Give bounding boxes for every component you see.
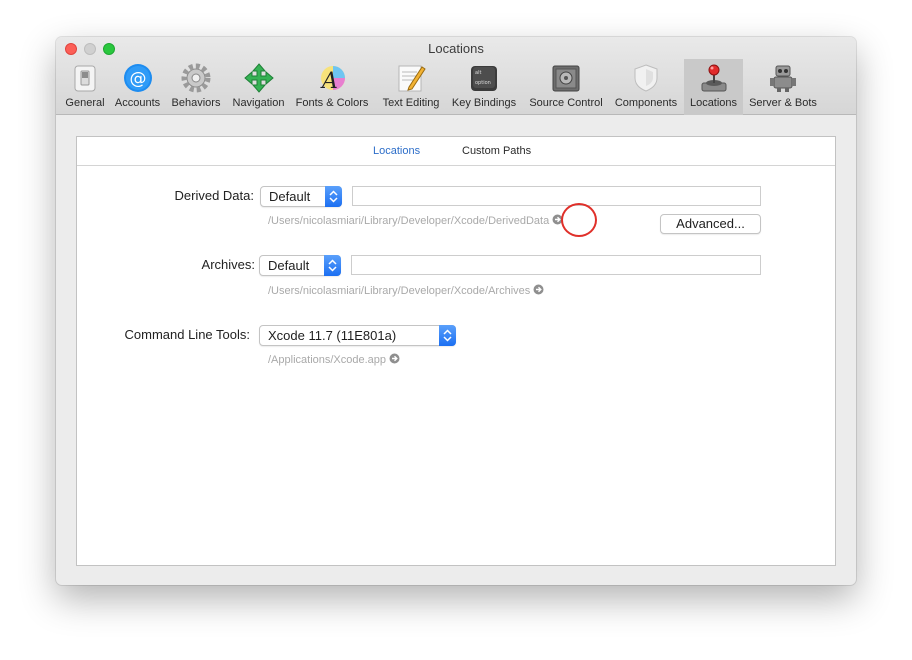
shield-icon: [631, 63, 661, 93]
annotation-highlight-circle: [561, 203, 597, 237]
toolbar-item-server-bots[interactable]: Server & Bots: [745, 59, 821, 115]
toolbar-label: Locations: [689, 97, 738, 109]
tab-bar: Locations Custom Paths: [77, 137, 835, 166]
vault-icon: [551, 63, 581, 93]
joystick-icon: [699, 63, 729, 93]
at-sign-icon: @: [123, 63, 153, 93]
popup-value: Default: [268, 258, 310, 273]
derived-data-path: /Users/nicolasmiari/Library/Developer/Xc…: [268, 214, 563, 228]
toolbar-item-general[interactable]: General: [60, 59, 110, 115]
derived-data-popup[interactable]: Default: [260, 186, 342, 207]
navigation-arrows-icon: [243, 63, 274, 93]
toolbar-label: Navigation: [232, 97, 285, 109]
derived-data-path-field[interactable]: [352, 186, 761, 206]
popup-value: Xcode 11.7 (11E801a): [268, 328, 397, 343]
toolbar-item-source-control[interactable]: Source Control: [524, 59, 608, 115]
toolbar-label: Server & Bots: [749, 97, 817, 109]
toolbar-label: General: [65, 97, 105, 109]
reveal-in-finder-arrow-icon[interactable]: [533, 284, 544, 298]
popup-chevron-icon: [324, 255, 341, 276]
toolbar-item-key-bindings[interactable]: alt option Key Bindings: [448, 59, 520, 115]
svg-text:A: A: [320, 69, 338, 93]
locations-pane: Locations Custom Paths Derived Data: Def…: [76, 136, 836, 566]
tab-locations[interactable]: Locations: [373, 145, 420, 157]
general-switch-icon: [70, 63, 100, 93]
archives-path-text: /Users/nicolasmiari/Library/Developer/Xc…: [268, 285, 531, 297]
title-bar: Locations General @ Accounts Behaviors N…: [56, 37, 856, 115]
toolbar-item-components[interactable]: Components: [611, 59, 681, 115]
archives-path-field[interactable]: [351, 255, 761, 275]
robot-icon: [768, 63, 798, 93]
popup-value: Default: [269, 189, 311, 204]
window-title: Locations: [428, 41, 484, 56]
toolbar-label: Components: [614, 97, 678, 109]
svg-text:@: @: [129, 69, 146, 89]
toolbar-item-navigation[interactable]: Navigation: [227, 59, 290, 115]
toolbar-label: Accounts: [114, 97, 161, 109]
derived-data-path-text: /Users/nicolasmiari/Library/Developer/Xc…: [268, 215, 550, 227]
archives-popup[interactable]: Default: [259, 255, 341, 276]
toolbar-item-behaviors[interactable]: Behaviors: [168, 59, 224, 115]
toolbar-item-accounts[interactable]: @ Accounts: [111, 59, 164, 115]
font-palette-icon: A: [317, 63, 347, 94]
tab-custom-paths[interactable]: Custom Paths: [462, 145, 531, 157]
advanced-button[interactable]: Advanced...: [660, 214, 761, 234]
popup-chevron-icon: [325, 186, 342, 207]
toolbar-item-locations[interactable]: Locations: [684, 59, 743, 115]
command-line-tools-path: /Applications/Xcode.app: [268, 353, 400, 367]
archives-label: Archives:: [201, 257, 255, 272]
text-edit-pencil-icon: [396, 63, 426, 93]
derived-data-label: Derived Data:: [174, 188, 254, 203]
keyboard-key-icon: alt option: [469, 63, 499, 93]
popup-chevron-icon: [439, 325, 456, 346]
preferences-toolbar: General @ Accounts Behaviors Navigation …: [56, 59, 856, 115]
command-line-tools-label: Command Line Tools:: [124, 327, 251, 342]
command-line-tools-path-text: /Applications/Xcode.app: [268, 354, 387, 366]
toolbar-label: Key Bindings: [451, 97, 517, 109]
svg-text:alt: alt: [475, 70, 481, 76]
gear-icon: [181, 63, 211, 93]
preferences-window: Locations General @ Accounts Behaviors N…: [56, 37, 856, 585]
command-line-tools-popup[interactable]: Xcode 11.7 (11E801a): [259, 325, 456, 346]
toolbar-item-text-editing[interactable]: Text Editing: [377, 59, 445, 115]
toolbar-label: Behaviors: [171, 97, 221, 109]
toolbar-label: Fonts & Colors: [295, 97, 369, 109]
toolbar-label: Source Control: [529, 97, 603, 109]
toolbar-label: Text Editing: [382, 97, 440, 109]
archives-path: /Users/nicolasmiari/Library/Developer/Xc…: [268, 284, 544, 298]
toolbar-item-fonts-colors[interactable]: A Fonts & Colors: [292, 59, 372, 115]
svg-text:option: option: [475, 80, 491, 86]
reveal-in-finder-arrow-icon[interactable]: [389, 353, 400, 367]
